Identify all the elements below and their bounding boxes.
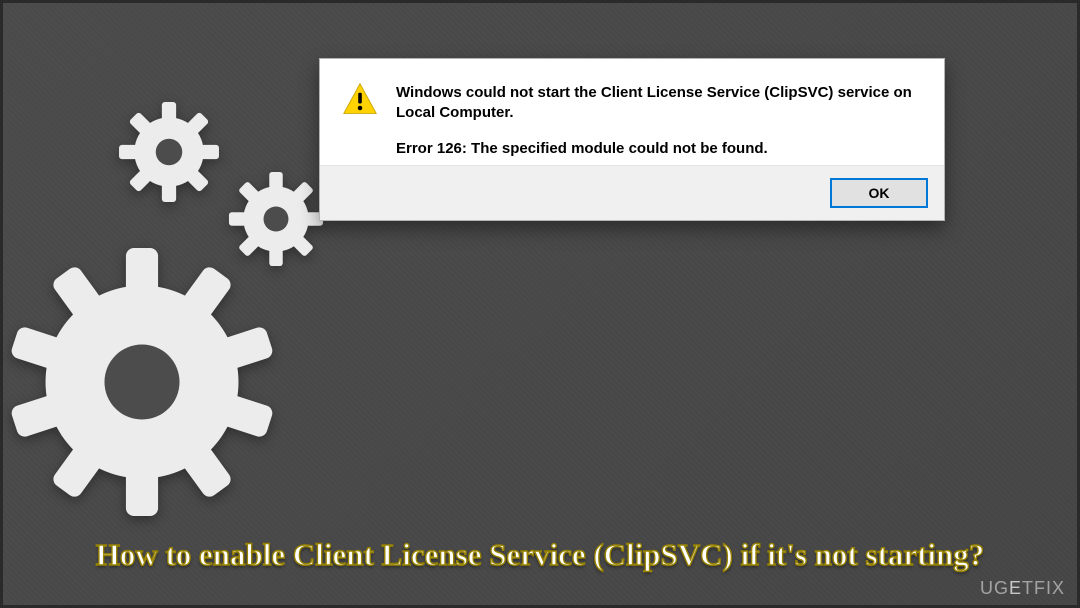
gear-icon-small-1 <box>118 101 220 203</box>
watermark-mid: E <box>1009 578 1022 598</box>
dialog-message-line2: Error 126: The specified module could no… <box>396 140 922 157</box>
error-dialog: Windows could not start the Client Licen… <box>319 58 945 221</box>
article-caption: How to enable Client License Service (Cl… <box>3 536 1077 575</box>
watermark-suffix: TFIX <box>1022 578 1065 598</box>
dialog-body: Windows could not start the Client Licen… <box>320 59 944 165</box>
dialog-message-line1: Windows could not start the Client Licen… <box>396 83 922 124</box>
watermark: UGETFIX <box>980 578 1065 599</box>
watermark-prefix: UG <box>980 578 1009 598</box>
caption-text: How to enable Client License Service (Cl… <box>96 536 985 575</box>
ok-button[interactable]: OK <box>830 178 928 208</box>
warning-icon <box>342 81 378 157</box>
dialog-footer: OK <box>320 165 944 220</box>
dialog-message: Windows could not start the Client Licen… <box>396 81 922 157</box>
gear-icon-large <box>8 248 276 516</box>
